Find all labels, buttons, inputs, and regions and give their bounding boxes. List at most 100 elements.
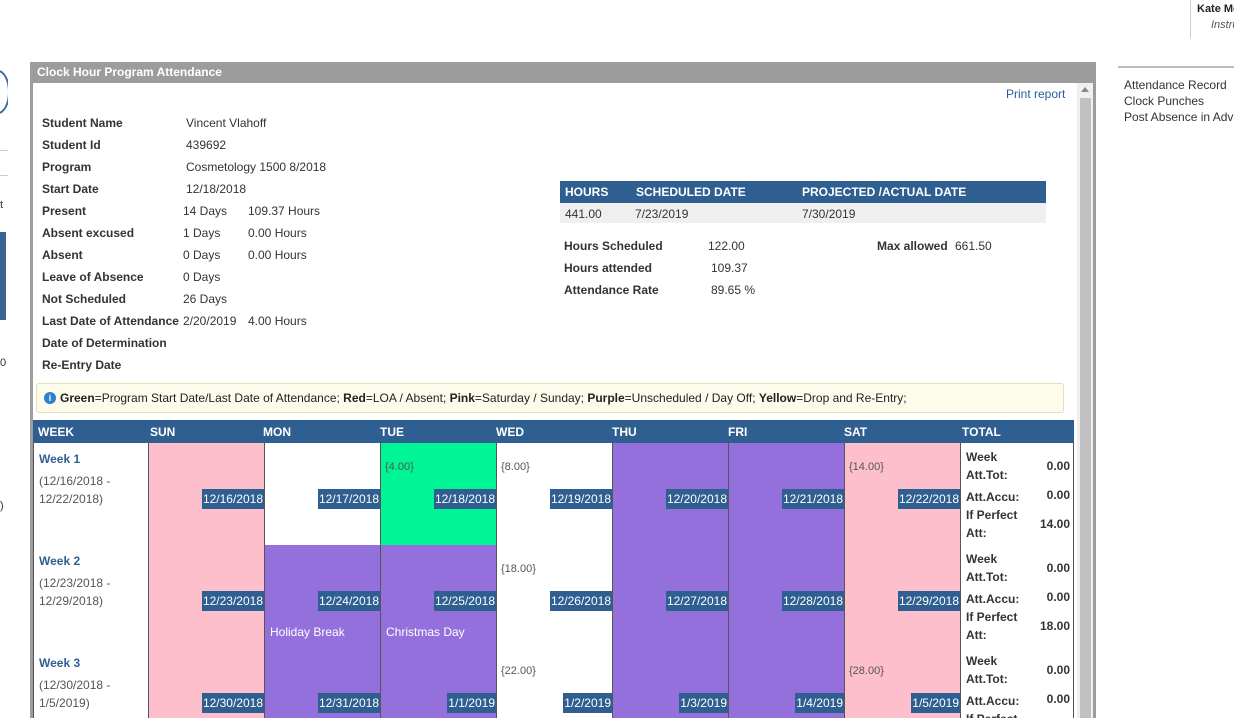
- week-range: (12/30/2018 - 1/5/2019): [39, 678, 111, 710]
- absent-excused-label: Absent excused: [42, 226, 135, 240]
- day-date: 12/26/2018: [549, 591, 612, 611]
- total-label: Week: [966, 552, 998, 566]
- day-cell[interactable]: 1/1/2019: [380, 647, 496, 718]
- student-name-value: Vincent Vlahoff: [186, 116, 267, 130]
- vertical-scrollbar[interactable]: [1077, 83, 1093, 718]
- day-date: 12/23/2018: [201, 591, 264, 611]
- student-id-value: 439692: [186, 138, 227, 152]
- total-label: If Perfect: [966, 508, 1018, 522]
- day-cell[interactable]: {18.00} 12/26/2018: [496, 545, 612, 647]
- day-cell[interactable]: 12/29/2018: [844, 545, 960, 647]
- leave-of-absence-days: 0 Days: [183, 270, 221, 284]
- week-cell: Week 2 (12/23/2018 - 12/29/2018): [33, 545, 148, 647]
- start-date-value: 12/18/2018: [186, 182, 247, 196]
- hours-attended-value: 109.37: [711, 261, 748, 275]
- day-cell[interactable]: {22.00} 1/2/2019: [496, 647, 612, 718]
- attendance-rate-value: 89.65 %: [711, 283, 756, 297]
- max-allowed-value: 661.50: [955, 239, 992, 253]
- week-name[interactable]: Week 3: [39, 656, 80, 670]
- legend-desc: =Drop and Re-Entry;: [796, 391, 907, 405]
- leave-of-absence-label: Leave of Absence: [42, 270, 144, 284]
- day-cell[interactable]: 1/3/2019: [612, 647, 728, 718]
- day-cell[interactable]: 12/20/2018: [612, 443, 728, 545]
- attendance-record-link[interactable]: Attendance Record: [1124, 78, 1227, 92]
- date-of-determination-label: Date of Determination: [42, 336, 167, 350]
- clock-punches-link[interactable]: Clock Punches: [1124, 94, 1204, 108]
- hours-header: HOURS: [565, 185, 609, 199]
- day-cell[interactable]: 12/21/2018: [728, 443, 844, 545]
- day-date: 12/30/2018: [201, 693, 264, 713]
- total-value-week-att-tot: 0.00: [1046, 561, 1070, 575]
- total-label: Att:: [966, 526, 987, 540]
- legend-key: Yellow: [758, 391, 797, 405]
- day-cell[interactable]: 12/25/2018 Christmas Day: [380, 545, 496, 647]
- week-name[interactable]: Week 2: [39, 554, 80, 568]
- day-cell[interactable]: {14.00} 12/22/2018: [844, 443, 960, 545]
- legend-key: Purple: [587, 391, 625, 405]
- last-date-attendance-label: Last Date of Attendance: [42, 314, 179, 328]
- user-menu[interactable]: Kate Mc Instru: [1190, 0, 1234, 38]
- print-report-link[interactable]: Print report: [1006, 87, 1065, 101]
- day-cell[interactable]: 12/24/2018 Holiday Break: [264, 545, 380, 647]
- total-label: Att.Tot:: [966, 672, 1008, 686]
- total-label: Week: [966, 654, 998, 668]
- total-value-if-perfect: 14.00: [1039, 517, 1070, 531]
- scroll-up-arrow-icon[interactable]: [1081, 87, 1089, 92]
- user-name: Kate Mc: [1197, 3, 1234, 15]
- last-date-attendance-value: 2/20/2019: [183, 314, 237, 328]
- total-label: Att.Tot:: [966, 468, 1008, 482]
- scrollbar-thumb[interactable]: [1080, 98, 1091, 718]
- day-date: 1/5/2019: [911, 693, 960, 713]
- day-cell[interactable]: 12/17/2018: [264, 443, 380, 545]
- total-value-att-accu: 0.00: [1046, 488, 1070, 502]
- scheduled-hours: {28.00}: [849, 665, 884, 677]
- day-cell[interactable]: {28.00} 1/5/2019: [844, 647, 960, 718]
- total-value-att-accu: 0.00: [1046, 590, 1070, 604]
- tue-column-header: TUE: [380, 425, 404, 439]
- nav-divider: [0, 175, 8, 176]
- day-cell[interactable]: 12/31/2018: [264, 647, 380, 718]
- day-event: Christmas Day: [386, 625, 465, 639]
- sun-column-header: SUN: [150, 425, 176, 439]
- student-id-label: Student Id: [42, 138, 101, 152]
- total-label: If Perfect: [966, 610, 1018, 624]
- day-cell[interactable]: 1/4/2019: [728, 647, 844, 718]
- week-row: Week 1 (12/16/2018 - 12/22/2018) 12/16/201…: [33, 443, 1074, 546]
- day-cell[interactable]: {8.00} 12/19/2018: [496, 443, 612, 545]
- total-value-att-accu: 0.00: [1046, 692, 1070, 706]
- day-cell[interactable]: 12/30/2018: [148, 647, 264, 718]
- total-label: Att:: [966, 628, 987, 642]
- day-date: 12/18/2018: [433, 489, 496, 509]
- legend-key: Pink: [449, 391, 475, 405]
- day-date: 1/3/2019: [679, 693, 728, 713]
- day-date: 12/21/2018: [781, 489, 844, 509]
- present-label: Present: [42, 204, 87, 218]
- legend-text: Green=Program Start Date/Last Date of At…: [60, 391, 907, 405]
- post-absence-link[interactable]: Post Absence in Advance: [1124, 110, 1234, 124]
- day-cell[interactable]: 12/27/2018: [612, 545, 728, 647]
- week-name[interactable]: Week 1: [39, 452, 80, 466]
- week-cell: Week 1 (12/16/2018 - 12/22/2018): [33, 443, 148, 545]
- day-date: 12/16/2018: [201, 489, 264, 509]
- scheduled-hours: {22.00}: [501, 665, 536, 677]
- total-label: If Perfect: [966, 710, 1017, 718]
- scheduled-hours: {18.00}: [501, 563, 536, 575]
- hours-scheduled-value: 122.00: [708, 239, 745, 253]
- left-nav-edge: t 0 ): [0, 60, 8, 718]
- scheduled-hours: {8.00}: [501, 461, 530, 473]
- day-cell[interactable]: 12/16/2018: [148, 443, 264, 545]
- day-cell[interactable]: {4.00} 12/18/2018: [380, 443, 496, 545]
- week-total-cell: Week Att.Tot: Att.Accu: If Perfect Att: 0.00 0…: [960, 443, 1074, 545]
- user-role: Instru: [1211, 19, 1234, 31]
- week-row: Week 3 (12/30/2018 - 1/5/2019) 12/30/2018 1…: [33, 647, 1074, 718]
- total-column-header: TOTAL: [962, 425, 1001, 439]
- day-date: 12/24/2018: [317, 591, 380, 611]
- projection-row: 441.00 7/23/2019 7/30/2019: [560, 203, 1046, 223]
- total-value-if-perfect: 18.00: [1039, 619, 1070, 633]
- day-cell[interactable]: 12/28/2018: [728, 545, 844, 647]
- nav-logo-arc: [0, 70, 8, 114]
- week-range: (12/16/2018 - 12/22/2018): [39, 474, 111, 506]
- day-cell[interactable]: 12/23/2018: [148, 545, 264, 647]
- projected-date-header: PROJECTED /ACTUAL DATE: [802, 185, 967, 199]
- calendar-header-row: WEEK SUN MON TUE WED THU FRI SAT TOTAL: [33, 420, 1074, 443]
